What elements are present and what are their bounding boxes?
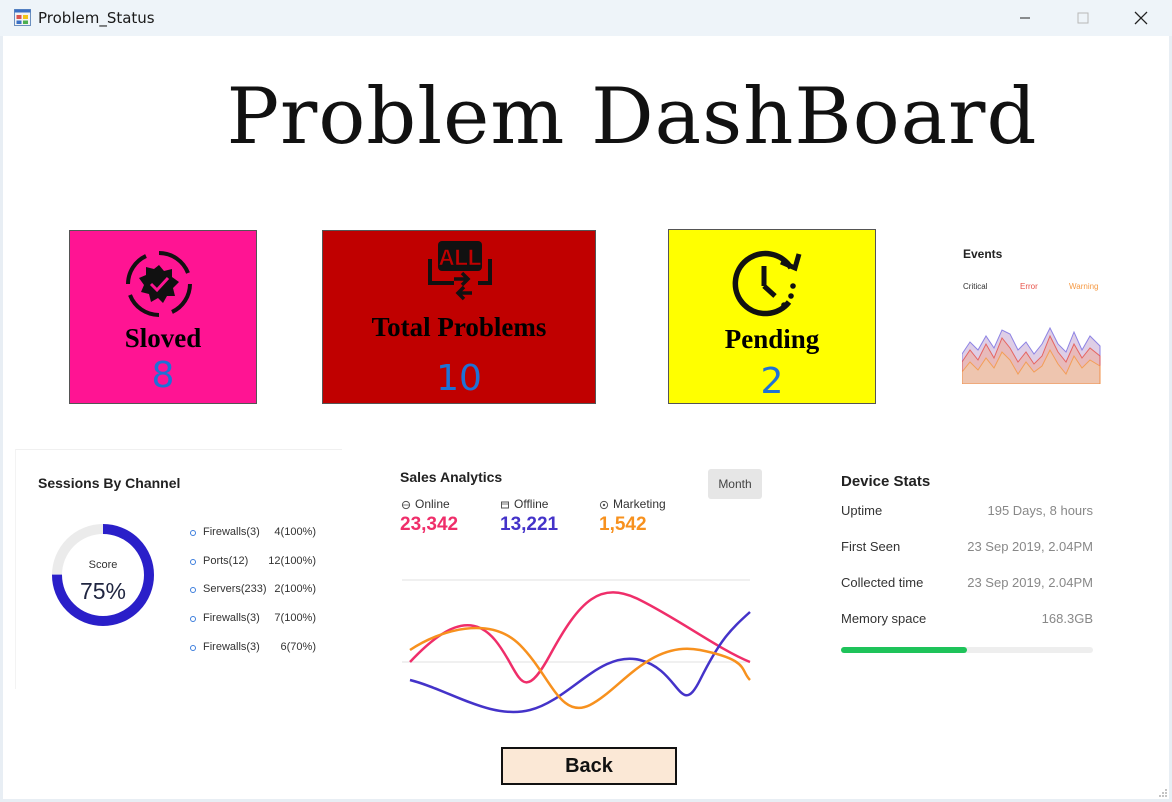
device-stat-value: 23 Sep 2019, 2.04PM (967, 575, 1093, 590)
globe-icon (401, 500, 411, 510)
device-stat-label: Memory space (841, 611, 927, 626)
events-legend-warning: Warning (1069, 282, 1099, 291)
events-legend-error: Error (1020, 282, 1038, 291)
device-stat-label: Collected time (841, 575, 924, 590)
sales-title: Sales Analytics (400, 469, 503, 485)
sales-metric-label: Marketing (613, 497, 666, 511)
pending-count: 2 (760, 361, 784, 402)
device-stats-title: Device Stats (841, 473, 931, 490)
pending-card[interactable]: Pending 2 (668, 229, 876, 404)
score-label: Score (88, 559, 118, 571)
channel-value: 6(70%) (280, 641, 316, 653)
channel-row: Firewalls(3) 4(100%) (190, 526, 330, 544)
gear-check-icon (126, 251, 192, 317)
bullet-icon (190, 587, 196, 593)
memory-progress-track (841, 647, 1093, 653)
memory-progress-fill (841, 647, 967, 653)
channel-name: Servers(233) (203, 583, 267, 595)
solved-count: 8 (151, 355, 175, 396)
device-stat-value: 168.3GB (1041, 611, 1093, 626)
pending-label: Pending (724, 324, 820, 354)
back-button[interactable]: Back (501, 747, 677, 785)
svg-text:ALL: ALL (439, 245, 482, 270)
minimize-icon (1020, 17, 1030, 19)
close-icon (1134, 11, 1148, 25)
bullet-icon (190, 645, 196, 651)
score-value: 75% (79, 578, 127, 604)
all-swap-icon: ALL (428, 241, 492, 301)
device-stat-value: 23 Sep 2019, 2.04PM (967, 539, 1093, 554)
solved-card[interactable]: Sloved 8 (69, 230, 257, 404)
sales-line-chart (402, 579, 751, 714)
solved-label: Sloved (124, 323, 202, 353)
events-title: Events (963, 247, 1003, 261)
series-marketing (409, 626, 751, 710)
window-title: Problem_Status (38, 9, 155, 27)
sales-metric-value: 13,221 (500, 514, 559, 535)
score-ring-chart (52, 524, 154, 626)
sales-metric-label: Offline (514, 497, 549, 511)
channel-row: Firewalls(3) 7(100%) (190, 612, 330, 630)
bullet-icon (190, 530, 196, 536)
channel-name: Firewalls(3) (203, 612, 260, 624)
sales-metric-value: 1,542 (599, 514, 647, 535)
period-month-button[interactable]: Month (708, 469, 762, 499)
sales-metric-label: Online (415, 497, 450, 511)
channel-row: Ports(12) 12(100%) (190, 555, 330, 573)
events-mini-chart (962, 326, 1101, 384)
channel-value: 7(100%) (274, 612, 316, 624)
channel-name: Firewalls(3) (203, 526, 260, 538)
minimize-button[interactable] (996, 0, 1054, 36)
events-legend-critical: Critical (963, 282, 988, 291)
maximize-icon (1077, 12, 1089, 24)
total-problems-card[interactable]: ALL Total Problems 10 (322, 230, 596, 404)
total-problems-label: Total Problems (371, 312, 547, 342)
channel-name: Ports(12) (203, 555, 249, 567)
store-icon (501, 501, 509, 509)
device-stat-label: First Seen (841, 539, 901, 554)
device-stat-value: 195 Days, 8 hours (987, 503, 1093, 518)
close-button[interactable] (1112, 0, 1170, 36)
channel-row: Servers(233) 2(100%) (190, 583, 330, 601)
bullet-icon (190, 616, 196, 622)
total-problems-count: 10 (436, 358, 482, 399)
bullet-icon (190, 559, 196, 565)
device-stat-label: Uptime (841, 503, 883, 518)
maximize-button[interactable] (1054, 0, 1112, 36)
page-title: Problem DashBoard (226, 72, 1038, 162)
channel-name: Firewalls(3) (203, 641, 260, 653)
series-online (409, 591, 751, 684)
resize-grip-icon[interactable] (1158, 788, 1168, 798)
channel-row: Firewalls(3) 6(70%) (190, 641, 330, 659)
sales-metric-value: 23,342 (400, 514, 459, 535)
sessions-title: Sessions By Channel (38, 475, 181, 491)
app-form-icon (14, 9, 31, 26)
window-titlebar: Problem_Status (0, 0, 1172, 36)
target-icon (599, 500, 609, 510)
clock-refresh-icon (732, 250, 802, 317)
channel-value: 12(100%) (268, 555, 316, 567)
channel-value: 4(100%) (274, 526, 316, 538)
channel-value: 2(100%) (274, 583, 316, 595)
